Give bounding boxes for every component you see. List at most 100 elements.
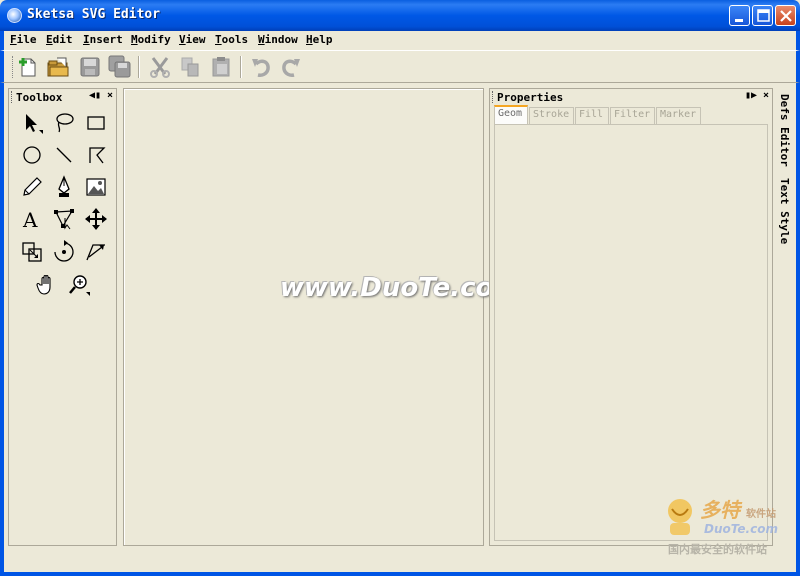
- menu-bar: File Edit Insert Modify View Tools Windo…: [0, 31, 800, 50]
- menu-edit[interactable]: Edit: [46, 33, 73, 46]
- zoom-icon: [69, 275, 90, 296]
- new-button[interactable]: [16, 55, 40, 79]
- pen-tool[interactable]: [51, 174, 77, 200]
- close-icon: [780, 10, 792, 22]
- toolbar-separator: [138, 56, 140, 78]
- undo-icon: [252, 59, 270, 77]
- window-border-left: [0, 83, 4, 576]
- drawing-canvas[interactable]: [123, 88, 484, 546]
- close-button[interactable]: [775, 5, 796, 26]
- ellipse-icon: [23, 146, 41, 164]
- line-tool[interactable]: [51, 142, 77, 168]
- node-edit-tool[interactable]: [51, 206, 77, 232]
- window-title: Sketsa SVG Editor: [27, 7, 161, 22]
- tab-marker[interactable]: Marker: [656, 107, 701, 124]
- app-icon[interactable]: [7, 8, 22, 23]
- menu-tools[interactable]: Tools: [215, 33, 248, 46]
- polyline-tool[interactable]: [83, 142, 109, 168]
- undo-button[interactable]: [249, 55, 273, 79]
- copy-button[interactable]: [178, 55, 202, 79]
- logo-brand-cn: 多特: [700, 498, 743, 522]
- properties-tab-content: [494, 124, 768, 541]
- minimize-button[interactable]: [729, 5, 750, 26]
- pencil-tool[interactable]: [19, 174, 45, 200]
- save-icon: [80, 57, 100, 77]
- properties-panel: Properties ▮▶ × Geom Stroke Fill Filter …: [489, 88, 773, 546]
- move-icon: [85, 208, 107, 230]
- toolbar-separator: [240, 56, 242, 78]
- save-all-icon: [108, 55, 131, 78]
- menu-window[interactable]: Window: [258, 33, 298, 46]
- rectangle-icon: [87, 116, 105, 130]
- logo-brand-small: 软件站: [746, 507, 776, 520]
- move-tool[interactable]: [83, 206, 109, 232]
- menu-modify[interactable]: Modify: [131, 33, 171, 46]
- scale-tool[interactable]: [19, 239, 45, 265]
- properties-close-button[interactable]: ×: [760, 90, 772, 102]
- menu-help[interactable]: Help: [306, 33, 333, 46]
- title-bar[interactable]: Sketsa SVG Editor: [0, 0, 800, 31]
- hand-tool[interactable]: [34, 272, 60, 298]
- rectangle-tool[interactable]: [83, 110, 109, 136]
- maximize-icon: [757, 9, 770, 22]
- lasso-tool[interactable]: [51, 110, 77, 136]
- hand-icon: [36, 274, 51, 295]
- menu-insert[interactable]: Insert: [83, 33, 123, 46]
- lasso-icon: [56, 113, 74, 133]
- properties-pin-button[interactable]: ▮▶: [745, 90, 757, 102]
- new-icon: [19, 58, 36, 77]
- skew-tool[interactable]: [83, 239, 109, 265]
- toolbox-title: Toolbox: [16, 91, 63, 104]
- save-all-button[interactable]: [108, 55, 132, 79]
- select-tool[interactable]: [19, 110, 45, 136]
- toolbar-grip[interactable]: [12, 56, 15, 78]
- cut-button[interactable]: [148, 55, 172, 79]
- toolbox-pin-button[interactable]: ◀▮: [89, 90, 101, 102]
- toolbox-panel: Toolbox ◀▮ × A: [8, 88, 117, 546]
- node-edit-icon: [54, 209, 74, 230]
- pen-icon: [58, 175, 70, 197]
- properties-grip[interactable]: [492, 91, 494, 103]
- image-tool[interactable]: [83, 174, 109, 200]
- text-tool[interactable]: A: [19, 206, 45, 232]
- side-tab-defs-editor[interactable]: Defs Editor: [778, 94, 791, 167]
- watermark-text: www.DuoTe.com: [280, 273, 521, 303]
- minimize-icon: [735, 19, 743, 22]
- toolbox-close-button[interactable]: ×: [104, 90, 116, 102]
- save-button[interactable]: [78, 55, 102, 79]
- ellipse-tool[interactable]: [19, 142, 45, 168]
- skew-icon: [86, 244, 105, 261]
- tab-filter[interactable]: Filter: [610, 107, 655, 124]
- side-tab-text-style[interactable]: Text Style: [778, 178, 791, 244]
- svg-text:A: A: [22, 208, 38, 232]
- rotate-tool[interactable]: [51, 239, 77, 265]
- select-icon: [26, 114, 43, 134]
- window-border-bottom: [0, 572, 800, 576]
- copy-icon: [181, 57, 199, 77]
- properties-header[interactable]: Properties ▮▶ ×: [490, 89, 772, 105]
- duote-logo-graphic: 多特 软件站 DuoTe.com 国内最安全的软件站: [668, 498, 778, 556]
- tab-fill[interactable]: Fill: [575, 107, 609, 124]
- toolbox-header[interactable]: Toolbox ◀▮ ×: [9, 89, 116, 105]
- window-border-right: [796, 83, 800, 576]
- redo-button[interactable]: [279, 55, 303, 79]
- open-button[interactable]: [46, 55, 70, 79]
- paste-button[interactable]: [209, 55, 233, 79]
- logo-slogan: 国内最安全的软件站: [668, 542, 767, 556]
- toolbox-grip[interactable]: [11, 91, 13, 103]
- menu-file[interactable]: File: [10, 33, 37, 46]
- tab-stroke[interactable]: Stroke: [529, 107, 574, 124]
- maximize-button[interactable]: [752, 5, 773, 26]
- menu-view[interactable]: View: [179, 33, 206, 46]
- tab-geom[interactable]: Geom: [494, 105, 528, 124]
- redo-icon: [282, 59, 300, 77]
- line-icon: [56, 147, 72, 163]
- zoom-tool[interactable]: [66, 272, 92, 298]
- image-icon: [86, 178, 106, 196]
- open-icon: [47, 57, 69, 77]
- duote-logo: 多特 软件站 DuoTe.com 国内最安全的软件站: [664, 495, 794, 560]
- polyline-icon: [89, 147, 106, 164]
- text-icon: A: [22, 208, 38, 232]
- paste-icon: [212, 57, 230, 77]
- properties-title: Properties: [497, 91, 564, 104]
